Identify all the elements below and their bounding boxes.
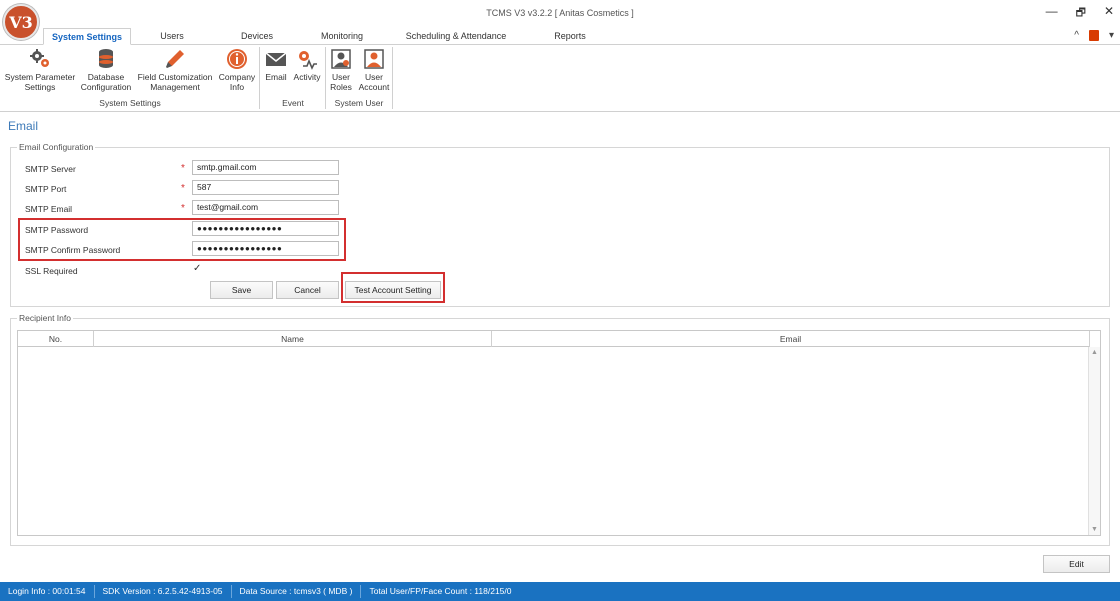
required-marker: * <box>181 183 185 194</box>
ribbon-group-label-system-user: System User <box>334 98 384 108</box>
ribbon-group-label-event: Event <box>282 98 304 108</box>
user-account-icon <box>364 49 384 69</box>
email-configuration-legend: Email Configuration <box>17 142 96 152</box>
column-header-email[interactable]: Email <box>492 331 1090 347</box>
smtp-password-label: SMTP Password <box>25 225 89 235</box>
edit-button[interactable]: Edit <box>1043 555 1110 573</box>
minimize-button[interactable]: — <box>1046 4 1058 23</box>
save-button[interactable]: Save <box>210 281 273 299</box>
field-customization-management-button[interactable]: Field Customization Management <box>134 48 216 92</box>
database-icon <box>99 49 113 68</box>
tab-users[interactable]: Users <box>146 28 198 45</box>
company-info-button[interactable]: Company Info <box>216 48 258 92</box>
cancel-button[interactable]: Cancel <box>276 281 339 299</box>
activity-label: Activity <box>293 72 321 82</box>
ribbon-separator <box>259 47 260 109</box>
window-title: TCMS V3 v3.2.2 [ Anitas Cosmetics ] <box>486 8 634 18</box>
smtp-server-input[interactable]: smtp.gmail.com <box>192 160 339 175</box>
smtp-email-input[interactable]: test@gmail.com <box>192 200 339 215</box>
ribbon-separator <box>325 47 326 109</box>
required-marker: * <box>181 203 185 214</box>
email-configuration-panel: Email Configuration <box>10 142 1110 307</box>
recipient-info-legend: Recipient Info <box>17 313 73 323</box>
envelope-icon <box>265 52 287 66</box>
tab-devices[interactable]: Devices <box>228 28 286 45</box>
test-account-setting-button[interactable]: Test Account Setting <box>345 281 441 299</box>
ribbon: System Parameter Settings Database Confi… <box>0 45 1120 112</box>
user-roles-button[interactable]: User Roles <box>327 48 355 92</box>
smtp-email-label: SMTP Email <box>25 204 73 214</box>
user-account-button[interactable]: User Account <box>357 48 391 92</box>
collapse-ribbon-icon[interactable]: ^ <box>1074 30 1079 41</box>
tab-scheduling-attendance[interactable]: Scheduling & Attendance <box>396 28 516 45</box>
close-button[interactable]: ✕ <box>1104 4 1114 23</box>
grid-header: No. Name Email <box>18 331 1090 347</box>
system-parameter-settings-label: System Parameter Settings <box>4 72 76 92</box>
smtp-password-input[interactable]: ●●●●●●●●●●●●●●●● <box>192 221 339 236</box>
ssl-required-checkbox[interactable]: ✓ <box>193 263 201 274</box>
title-bar: V3 TCMS V3 v3.2.2 [ Anitas Cosmetics ] —… <box>0 0 1120 40</box>
tab-reports[interactable]: Reports <box>540 28 600 45</box>
vertical-scrollbar[interactable]: ▲ ▼ <box>1088 347 1100 535</box>
app-logo[interactable]: V3 <box>3 4 39 40</box>
system-parameter-settings-button[interactable]: System Parameter Settings <box>2 48 78 92</box>
ribbon-separator <box>392 47 393 109</box>
smtp-confirm-password-label: SMTP Confirm Password <box>25 245 121 255</box>
user-roles-icon <box>331 49 351 69</box>
field-customization-management-label: Field Customization Management <box>137 72 213 92</box>
company-info-label: Company Info <box>218 72 256 92</box>
scroll-down-icon[interactable]: ▼ <box>1089 526 1100 533</box>
smtp-confirm-password-input[interactable]: ●●●●●●●●●●●●●●●● <box>192 241 339 256</box>
status-bar: Login Info : 00:01:54 SDK Version : 6.2.… <box>0 582 1120 601</box>
ribbon-tabs: System Settings Users Devices Monitoring… <box>0 28 1120 45</box>
recipient-grid[interactable]: No. Name Email ▲ ▼ <box>17 330 1101 536</box>
smtp-server-label: SMTP Server <box>25 164 76 174</box>
activity-icon <box>299 51 317 70</box>
page-title: Email <box>8 119 39 133</box>
status-total-count: Total User/FP/Face Count : 118/215/0 <box>369 586 512 596</box>
activity-button[interactable]: Activity <box>290 48 324 82</box>
smtp-port-input[interactable]: 587 <box>192 180 339 195</box>
ssl-required-label: SSL Required <box>25 266 78 276</box>
email-label: Email <box>265 72 287 82</box>
required-marker: * <box>181 163 185 174</box>
gears-icon <box>30 49 49 67</box>
user-account-label: User Account <box>358 72 390 92</box>
column-header-no[interactable]: No. <box>18 331 94 347</box>
status-login-info: Login Info : 00:01:54 <box>0 585 95 598</box>
status-data-source: Data Source : tcmsv3 ( MDB ) <box>232 585 362 598</box>
email-button[interactable]: Email <box>262 48 290 82</box>
app-logo-text: V3 <box>9 12 33 32</box>
status-sdk-version: SDK Version : 6.2.5.42-4913-05 <box>95 585 232 598</box>
info-icon <box>227 49 247 69</box>
restore-button[interactable]: 🗗 <box>1076 4 1086 23</box>
column-header-name[interactable]: Name <box>94 331 492 347</box>
tab-system-settings[interactable]: System Settings <box>43 28 131 45</box>
options-dropdown-icon[interactable]: ▾ <box>1109 30 1114 41</box>
user-roles-label: User Roles <box>330 72 352 92</box>
pencil-icon <box>166 50 184 68</box>
database-configuration-button[interactable]: Database Configuration <box>78 48 134 92</box>
ribbon-group-label-system-settings: System Settings <box>99 98 161 108</box>
database-configuration-label: Database Configuration <box>80 72 132 92</box>
scroll-up-icon[interactable]: ▲ <box>1089 349 1100 356</box>
office-icon[interactable] <box>1088 30 1099 41</box>
tab-monitoring[interactable]: Monitoring <box>310 28 374 45</box>
smtp-port-label: SMTP Port <box>25 184 67 194</box>
